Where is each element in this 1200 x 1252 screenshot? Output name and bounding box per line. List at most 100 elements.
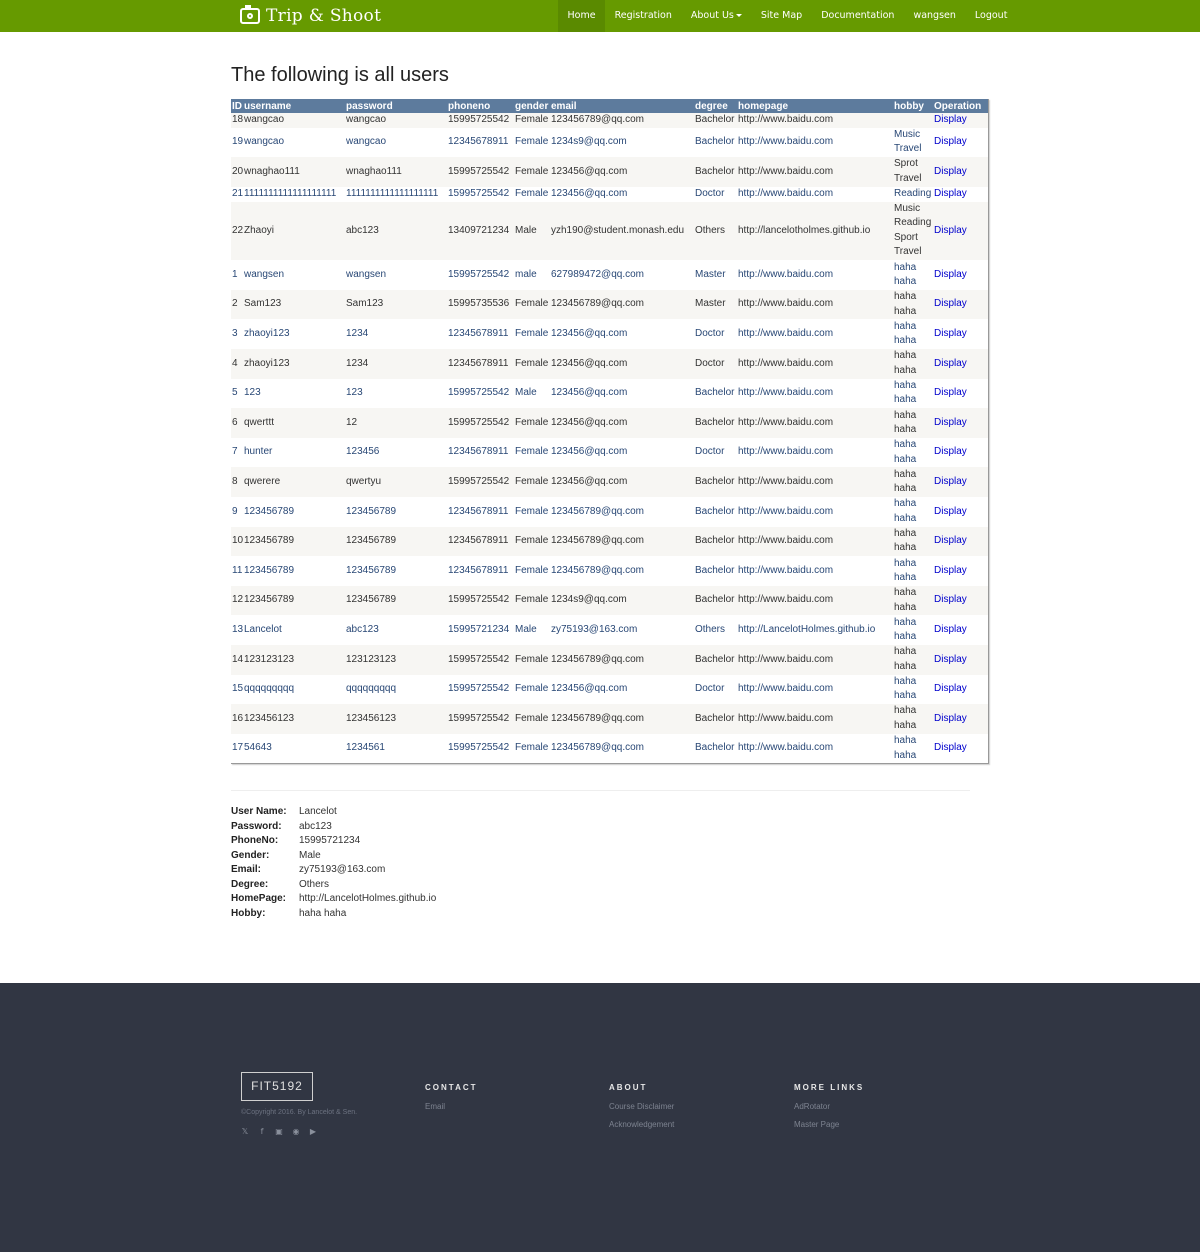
cell-username: qqqqqqqqq [243, 674, 345, 705]
cell-hobby: haha haha [893, 585, 933, 616]
cell-hobby: haha haha [893, 319, 933, 350]
cell-id: 8 [231, 467, 243, 498]
hobby-item: haha [894, 705, 917, 717]
display-link[interactable]: Display [934, 166, 967, 177]
footer-link-email[interactable]: Email [425, 1102, 478, 1111]
display-link[interactable]: Display [934, 358, 967, 369]
cell-password: wangcao [345, 113, 447, 128]
brand-logo[interactable]: Trip & Shoot [240, 4, 381, 28]
header-id: ID [231, 99, 243, 113]
hobby-item: haha [894, 601, 917, 613]
nav-about-us-label: About Us [690, 10, 734, 21]
display-link[interactable]: Display [934, 594, 967, 605]
display-link[interactable]: Display [934, 446, 967, 457]
nav-about-us[interactable]: About Us [681, 0, 751, 32]
cell-id: 2 [231, 289, 243, 320]
display-link[interactable]: Display [934, 506, 967, 517]
nav-user[interactable]: wangsen [904, 0, 965, 32]
cell-password: wnaghao111 [345, 157, 447, 187]
hobby-item: Sprot [894, 158, 918, 170]
cell-email: zy75193@163.com [550, 615, 694, 645]
cell-gender: Female [514, 645, 550, 675]
nav-site-map[interactable]: Site Map [751, 0, 811, 32]
cell-password: qqqqqqqqq [345, 674, 447, 705]
cell-id: 19 [231, 127, 243, 158]
hobby-item: haha [894, 468, 917, 480]
footer-link-course-disclaimer[interactable]: Course Disclaimer [609, 1102, 674, 1111]
youtube-icon[interactable]: ▶ [309, 1128, 317, 1136]
cell-degree: Others [694, 615, 737, 645]
cell-password: 123456123 [345, 704, 447, 734]
cell-gender: Female [514, 526, 550, 557]
cell-phoneno: 15995725542 [447, 260, 514, 290]
twitter-icon[interactable]: 𝕏 [241, 1128, 249, 1136]
display-link[interactable]: Display [934, 476, 967, 487]
hobby-item: Music [894, 202, 921, 214]
display-link[interactable]: Display [934, 136, 967, 147]
footer-contact-title: CONTACT [425, 1083, 478, 1092]
cell-username: 54643 [243, 733, 345, 764]
cell-phoneno: 15995725542 [447, 157, 514, 187]
cell-email: 123456@qq.com [550, 674, 694, 705]
footer-copyright: ©Copyright 2016. By Lancelot & Sen. [241, 1109, 358, 1116]
cell-id: 5 [231, 378, 243, 409]
cell-password: 1234 [345, 319, 447, 350]
cell-homepage: http://www.baidu.com [737, 289, 893, 320]
hobby-item: haha [894, 572, 917, 584]
cell-id: 18 [231, 113, 243, 128]
display-link[interactable]: Display [934, 713, 967, 724]
cell-hobby: Sprot Travel [893, 157, 933, 187]
table-row: 2 Sam123 Sam123 15995735536 Female 123456789@… [231, 289, 988, 320]
footer-link-adrotator[interactable]: AdRotator [794, 1102, 864, 1111]
nav-logout[interactable]: Logout [965, 0, 1017, 32]
display-link[interactable]: Display [934, 298, 967, 309]
display-link[interactable]: Display [934, 535, 967, 546]
detail-label: Degree: [231, 878, 269, 890]
display-link[interactable]: Display [934, 387, 967, 398]
hobby-item: Reading [894, 187, 932, 199]
nav-registration[interactable]: Registration [605, 0, 681, 32]
github-icon[interactable]: ◉ [292, 1128, 300, 1136]
cell-username: 123456789 [243, 526, 345, 557]
caret-down-icon [735, 14, 742, 17]
footer-link-acknowledgement[interactable]: Acknowledgement [609, 1120, 674, 1129]
cell-degree: Bachelor [694, 704, 737, 734]
display-link[interactable]: Display [934, 417, 967, 428]
facebook-icon[interactable]: f [258, 1128, 266, 1136]
nav-home[interactable]: Home [558, 0, 606, 32]
cell-id: 16 [231, 704, 243, 734]
cell-hobby: haha haha [893, 437, 933, 468]
hobby-item: haha [894, 305, 917, 317]
cell-id: 20 [231, 157, 243, 187]
display-link[interactable]: Display [934, 654, 967, 665]
footer-link-master-page[interactable]: Master Page [794, 1120, 864, 1129]
cell-password: wangcao [345, 127, 447, 158]
cell-gender: Male [514, 615, 550, 645]
display-link[interactable]: Display [934, 269, 967, 280]
table-row: 7 hunter 123456 12345678911 Female 123456@qq.… [231, 437, 988, 468]
cell-degree: Doctor [694, 186, 737, 202]
cell-email: 123456@qq.com [550, 319, 694, 350]
brand-name: Trip & Shoot [266, 6, 382, 26]
nav-documentation[interactable]: Documentation [812, 0, 904, 32]
cell-password: Sam123 [345, 289, 447, 320]
cell-email: 123456789@qq.com [550, 526, 694, 557]
hobby-item: Travel [894, 246, 922, 258]
display-link[interactable]: Display [934, 565, 967, 576]
cell-degree: Bachelor [694, 645, 737, 675]
display-link[interactable]: Display [934, 188, 967, 199]
cell-id: 10 [231, 526, 243, 557]
cell-username: 123456789 [243, 497, 345, 527]
cell-operation: Display [933, 349, 988, 379]
cell-operation: Display [933, 585, 988, 616]
instagram-icon[interactable]: ▣ [275, 1128, 283, 1136]
table-row: 21 1111111111111111111 1111111111111111111… [231, 186, 988, 202]
display-link[interactable]: Display [934, 328, 967, 339]
display-link[interactable]: Display [934, 683, 967, 694]
display-link[interactable]: Display [934, 624, 967, 635]
display-link[interactable]: Display [934, 225, 967, 236]
display-link[interactable]: Display [934, 742, 967, 753]
footer-logo[interactable]: FIT5192 [241, 1072, 313, 1101]
display-link[interactable]: Display [934, 114, 967, 125]
table-row: 20 wnaghao111 wnaghao111 15995725542 Female 1… [231, 157, 988, 187]
